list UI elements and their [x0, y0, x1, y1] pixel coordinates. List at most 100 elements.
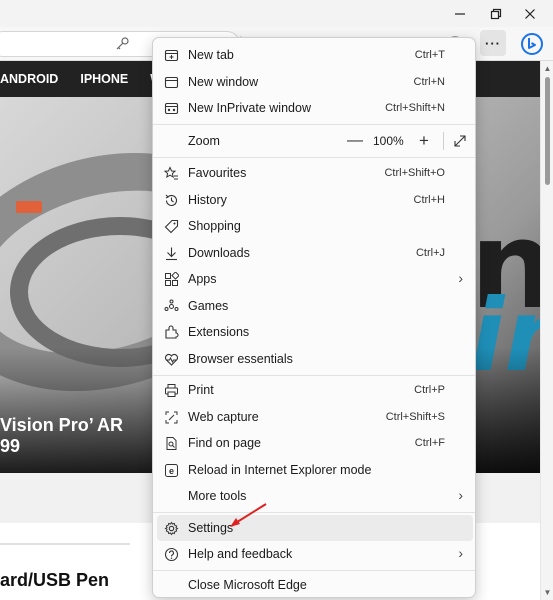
- menu-item-apps[interactable]: Apps ›: [157, 266, 473, 292]
- menu-item-downloads[interactable]: Downloads Ctrl+J: [157, 240, 473, 266]
- help-icon: [162, 545, 180, 563]
- menu-separator: [153, 124, 475, 125]
- games-icon: [162, 297, 180, 315]
- heart-pulse-icon: [162, 350, 180, 368]
- menu-item-favourites[interactable]: Favourites Ctrl+Shift+O: [157, 160, 473, 186]
- menu-item-label: New window: [188, 75, 259, 89]
- menu-item-label: Shopping: [188, 219, 241, 233]
- menu-item-reload-ie-mode[interactable]: e Reload in Internet Explorer mode: [157, 457, 473, 483]
- menu-item-label: Browser essentials: [188, 352, 293, 366]
- menu-item-label: More tools: [188, 489, 247, 503]
- menu-item-history[interactable]: History Ctrl+H: [157, 187, 473, 213]
- menu-item-extensions[interactable]: Extensions: [157, 319, 473, 345]
- zoom-out-button[interactable]: —: [345, 128, 365, 154]
- history-icon: [162, 191, 180, 209]
- menu-shortcut: Ctrl+F: [414, 437, 445, 449]
- minimize-icon[interactable]: [440, 0, 480, 27]
- menu-item-label: Downloads: [188, 246, 250, 260]
- menu-item-label: Find on page: [188, 436, 261, 450]
- menu-item-label: Close Microsoft Edge: [188, 578, 307, 592]
- fullscreen-icon[interactable]: [451, 132, 469, 150]
- printer-icon: [162, 381, 180, 399]
- nav-item-android[interactable]: ANDROID: [0, 72, 70, 86]
- bing-icon[interactable]: [518, 31, 546, 57]
- nav-item-iphone[interactable]: IPHONE: [80, 72, 140, 86]
- chevron-right-icon: ›: [458, 487, 463, 503]
- download-icon: [162, 244, 180, 262]
- zoom-level: 100%: [373, 134, 404, 148]
- zoom-in-button[interactable]: +: [414, 128, 434, 154]
- menu-separator: [153, 570, 475, 571]
- new-window-icon: [162, 73, 180, 91]
- menu-shortcut: Ctrl+N: [413, 76, 445, 88]
- hero-headline[interactable]: Vision Pro’ AR 99: [0, 415, 160, 457]
- svg-text:e: e: [168, 466, 173, 476]
- settings-and-more-menu: New tab Ctrl+T New window Ctrl+N New InP…: [152, 37, 476, 598]
- menu-item-print[interactable]: Print Ctrl+P: [157, 377, 473, 403]
- menu-separator: [153, 512, 475, 513]
- section-divider: [0, 543, 130, 545]
- menu-item-label: Settings: [188, 521, 234, 535]
- article-title[interactable]: ard/USB Pen: [0, 570, 109, 591]
- menu-item-label: Extensions: [188, 325, 250, 339]
- scroll-thumb[interactable]: [545, 77, 550, 185]
- menu-shortcut: Ctrl+T: [414, 49, 445, 61]
- menu-separator: [153, 375, 475, 376]
- menu-item-zoom: Zoom — 100% +: [157, 128, 473, 154]
- menu-item-browser-essentials[interactable]: Browser essentials: [157, 346, 473, 372]
- ie-mode-icon: e: [162, 461, 180, 479]
- more-tools-spacer: [162, 487, 180, 505]
- zoom-divider: [443, 132, 444, 150]
- headset-button-graphic: [16, 201, 42, 213]
- gear-icon: [162, 519, 180, 537]
- menu-item-games[interactable]: Games: [157, 293, 473, 319]
- key-icon[interactable]: [113, 35, 131, 53]
- menu-shortcut: Ctrl+P: [414, 384, 445, 396]
- page-scrollbar[interactable]: ▲ ▼: [540, 61, 553, 600]
- shopping-tag-icon: [162, 217, 180, 235]
- menu-item-web-capture[interactable]: Web capture Ctrl+Shift+S: [157, 404, 473, 430]
- menu-shortcut: Ctrl+H: [413, 194, 445, 206]
- close-icon[interactable]: [510, 0, 550, 27]
- menu-item-label: Favourites: [188, 166, 247, 180]
- menu-item-find-on-page[interactable]: Find on page Ctrl+F: [157, 430, 473, 456]
- scroll-down-icon[interactable]: ▼: [543, 588, 552, 597]
- new-tab-icon: [162, 46, 180, 64]
- menu-item-label: Games: [188, 299, 229, 313]
- menu-item-new-tab[interactable]: New tab Ctrl+T: [157, 42, 473, 68]
- menu-shortcut: Ctrl+J: [415, 247, 445, 259]
- scroll-up-icon[interactable]: ▲: [543, 64, 552, 73]
- close-edge-spacer: [162, 576, 180, 594]
- menu-item-help-and-feedback[interactable]: Help and feedback ›: [157, 541, 473, 567]
- menu-item-label: Web capture: [188, 410, 259, 424]
- menu-item-label: Apps: [188, 272, 217, 286]
- menu-item-label: Print: [188, 383, 214, 397]
- zoom-spacer: [162, 132, 180, 150]
- title-bar: [0, 0, 553, 27]
- menu-item-new-window[interactable]: New window Ctrl+N: [157, 69, 473, 95]
- hero-headline-line2: 99: [0, 436, 21, 456]
- chevron-right-icon: ›: [458, 270, 463, 286]
- menu-item-settings[interactable]: Settings: [157, 515, 473, 541]
- menu-item-label: History: [188, 193, 227, 207]
- hero-headline-line1: Vision Pro’ AR: [0, 415, 124, 435]
- menu-separator: [153, 157, 475, 158]
- web-capture-icon: [162, 408, 180, 426]
- extensions-icon: [162, 323, 180, 341]
- settings-and-more-button[interactable]: ···: [480, 30, 506, 56]
- find-page-icon: [162, 434, 180, 452]
- inprivate-icon: [162, 99, 180, 117]
- menu-item-close-edge[interactable]: Close Microsoft Edge: [157, 572, 473, 598]
- favourites-icon: [162, 164, 180, 182]
- apps-grid-icon: [162, 270, 180, 288]
- menu-item-more-tools[interactable]: More tools ›: [157, 483, 473, 509]
- menu-item-shopping[interactable]: Shopping: [157, 213, 473, 239]
- menu-item-label: New tab: [188, 48, 234, 62]
- menu-item-label: Help and feedback: [188, 547, 293, 561]
- menu-item-new-inprivate-window[interactable]: New InPrivate window Ctrl+Shift+N: [157, 95, 473, 121]
- menu-shortcut: Ctrl+Shift+S: [385, 411, 445, 423]
- menu-shortcut: Ctrl+Shift+N: [385, 102, 445, 114]
- menu-shortcut: Ctrl+Shift+O: [384, 167, 445, 179]
- menu-item-label: Zoom: [188, 134, 220, 148]
- menu-item-label: Reload in Internet Explorer mode: [188, 463, 372, 477]
